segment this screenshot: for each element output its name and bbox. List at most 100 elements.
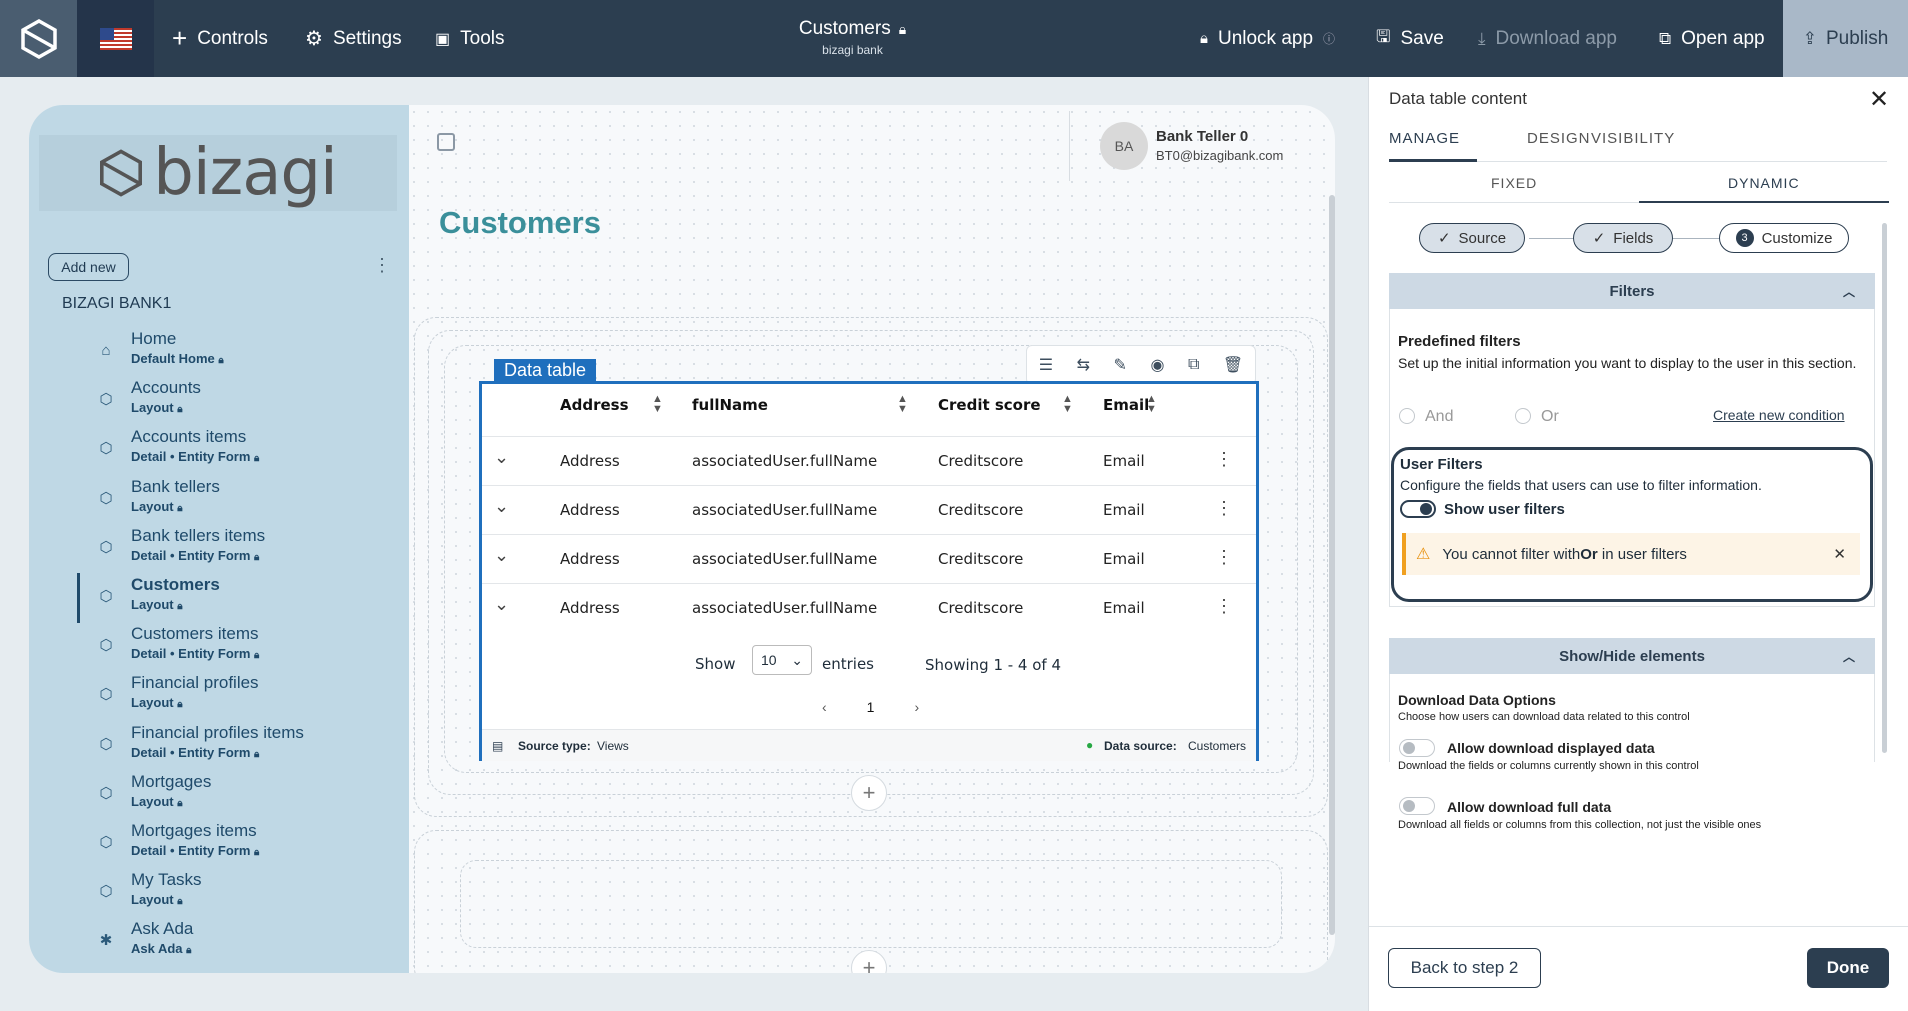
more-options-icon[interactable]: ⋮: [373, 255, 391, 276]
radio-or[interactable]: [1515, 408, 1531, 424]
radio-and-label: And: [1425, 408, 1454, 425]
allow-download-full-toggle[interactable]: [1399, 797, 1435, 815]
table-row[interactable]: ⌄ Address associatedUser.fullName Creditsco…: [482, 436, 1256, 485]
column-header[interactable]: fullName: [692, 396, 768, 414]
swap-icon[interactable]: ⇆: [1077, 355, 1090, 375]
trash-icon[interactable]: 🗑︎: [1223, 355, 1243, 375]
row-menu-icon[interactable]: ⋮: [1215, 449, 1233, 470]
table-cell: Email: [1103, 550, 1145, 568]
tab-design[interactable]: DESIGN: [1527, 130, 1591, 147]
filters-section-header[interactable]: Filters ︿: [1389, 273, 1875, 309]
chevron-down-icon[interactable]: ⌄: [494, 594, 509, 615]
column-header[interactable]: Credit score: [938, 396, 1041, 414]
table-row[interactable]: ⌄ Address associatedUser.fullName Creditsco…: [482, 485, 1256, 534]
sidebar-item[interactable]: ⬡ Bank tellers items Detail • Entity Form …: [59, 524, 399, 572]
sidebar-item[interactable]: ⬡ Customers items Detail • Entity Form 🔒︎: [59, 622, 399, 670]
row-menu-icon[interactable]: ⋮: [1215, 498, 1233, 519]
next-page-icon[interactable]: ›: [914, 699, 919, 715]
panel-scrollbar[interactable]: [1882, 223, 1887, 753]
sidebar-item[interactable]: ⬡ Financial profiles items Detail • Entity…: [59, 721, 399, 769]
table-cell: Creditscore: [938, 550, 1024, 568]
unlock-app-button[interactable]: 🔒︎ Unlock app ⓘ: [1200, 0, 1335, 77]
page-number[interactable]: 1: [867, 699, 875, 715]
entries-label: entries: [822, 655, 874, 673]
app-preview: bizagi Add new ⋮ BIZAGI BANK1 ⌂ Home Defau…: [29, 105, 1335, 973]
source-type-label: Source type:: [518, 739, 591, 753]
radio-and[interactable]: [1399, 408, 1415, 424]
table-row[interactable]: ⌄ Address associatedUser.fullName Creditsco…: [482, 583, 1256, 632]
save-button[interactable]: 🖫 Save: [1376, 0, 1444, 77]
predefined-filters-title: Predefined filters: [1398, 333, 1521, 350]
collapse-sidebar-icon[interactable]: [437, 133, 455, 151]
sidebar-item[interactable]: ⬡ My Tasks Layout 🔒︎: [59, 868, 399, 916]
tab-manage[interactable]: MANAGE: [1389, 130, 1460, 147]
sidebar-item[interactable]: ⬡ Mortgages items Detail • Entity Form 🔒︎: [59, 819, 399, 867]
duplicate-icon[interactable]: ⧉: [1188, 356, 1199, 374]
add-new-button[interactable]: Add new: [48, 253, 129, 281]
eye-icon[interactable]: ◉: [1150, 355, 1164, 375]
app-name: bizagi bank: [822, 43, 883, 57]
source-type-value: Views: [597, 739, 629, 753]
sidebar-item-type: Layout 🔒︎: [131, 695, 183, 711]
table-row[interactable]: ⌄ Address associatedUser.fullName Creditsco…: [482, 534, 1256, 583]
language-selector[interactable]: [77, 0, 154, 77]
user-profile[interactable]: BA Bank Teller 0 BT0@bizagibank.com: [1069, 111, 1329, 181]
chevron-down-icon[interactable]: ⌄: [494, 447, 509, 468]
subtab-dynamic[interactable]: DYNAMIC: [1728, 175, 1800, 191]
open-app-button[interactable]: ⧉ Open app: [1659, 0, 1765, 77]
sidebar-item[interactable]: ⬡ Mortgages Layout 🔒︎: [59, 770, 399, 818]
show-user-filters-toggle[interactable]: [1400, 500, 1436, 518]
row-menu-icon[interactable]: ⋮: [1215, 596, 1233, 617]
chevron-down-icon[interactable]: ⌄: [494, 545, 509, 566]
tab-visibility[interactable]: VISIBILITY: [1591, 130, 1675, 147]
sidebar-item[interactable]: ⌂ Home Default Home 🔒︎: [59, 327, 399, 375]
sort-icon[interactable]: ▲ ▼: [1146, 394, 1157, 415]
plus-icon: +: [172, 23, 188, 53]
sidebar-item[interactable]: ⬡ Accounts Layout 🔒︎: [59, 376, 399, 424]
column-header[interactable]: Address: [560, 396, 629, 414]
sidebar-item[interactable]: ⬡ Customers Layout 🔒︎: [59, 573, 399, 623]
sort-icon[interactable]: ▲ ▼: [1062, 394, 1073, 415]
back-to-step-2-button[interactable]: Back to step 2: [1388, 948, 1541, 988]
show-label: Show: [695, 655, 736, 673]
subtab-fixed[interactable]: FIXED: [1491, 175, 1537, 191]
step-fields[interactable]: ✓ Fields: [1573, 223, 1673, 253]
chevron-down-icon[interactable]: ⌄: [494, 496, 509, 517]
controls-button[interactable]: + Controls: [172, 0, 268, 77]
canvas-scrollbar[interactable]: [1329, 195, 1335, 935]
settings-button[interactable]: ⚙ Settings: [305, 0, 402, 77]
step-customize[interactable]: 3 Customize: [1719, 223, 1849, 253]
add-control-button[interactable]: +: [851, 775, 887, 811]
create-condition-link[interactable]: Create new condition: [1713, 407, 1845, 423]
step-source[interactable]: ✓ Source: [1419, 223, 1525, 253]
allow-download-displayed-toggle[interactable]: [1399, 739, 1435, 757]
app-logo[interactable]: [0, 0, 77, 77]
page-size-select[interactable]: 10 ⌄: [752, 645, 812, 675]
lock-icon: 🔒︎: [186, 945, 192, 957]
page-title: Customers: [439, 205, 601, 240]
column-header[interactable]: Email: [1103, 396, 1149, 414]
empty-drop-zone[interactable]: [460, 860, 1282, 948]
sort-icon[interactable]: ▲ ▼: [897, 394, 908, 415]
lock-icon: 🔒︎: [177, 797, 183, 809]
sort-icon[interactable]: ▲ ▼: [652, 394, 663, 415]
showing-info: Showing 1 - 4 of 4: [925, 656, 1062, 674]
publish-button[interactable]: ⇪ Publish: [1783, 0, 1908, 77]
row-menu-icon[interactable]: ⋮: [1215, 547, 1233, 568]
tools-button[interactable]: ▣ Tools: [435, 0, 504, 77]
close-icon[interactable]: ✕: [1833, 545, 1846, 563]
sidebar-item[interactable]: ✱ Ask Ada Ask Ada 🔒︎: [59, 917, 399, 965]
close-icon[interactable]: ✕: [1869, 85, 1889, 114]
subtab-active-indicator: [1639, 201, 1889, 203]
sidebar-item[interactable]: ⬡ Bank tellers Layout 🔒︎: [59, 475, 399, 523]
pencil-icon[interactable]: ✎: [1114, 355, 1127, 375]
download-app-button[interactable]: ⤓ Download app: [1478, 0, 1617, 77]
prev-page-icon[interactable]: ‹: [822, 699, 827, 715]
layout-icon: ⬡: [99, 735, 113, 753]
data-table[interactable]: Address ▲ ▼ fullName ▲ ▼ Credit score ▲ ▼ E…: [479, 381, 1259, 761]
sidebar-item[interactable]: ⬡ Financial profiles Layout 🔒︎: [59, 671, 399, 719]
sliders-icon[interactable]: ☰: [1039, 355, 1053, 375]
show-hide-section-header[interactable]: Show/Hide elements ︿: [1389, 638, 1875, 674]
sidebar-item[interactable]: ⬡ Accounts items Detail • Entity Form 🔒︎: [59, 425, 399, 473]
done-button[interactable]: Done: [1807, 948, 1889, 988]
